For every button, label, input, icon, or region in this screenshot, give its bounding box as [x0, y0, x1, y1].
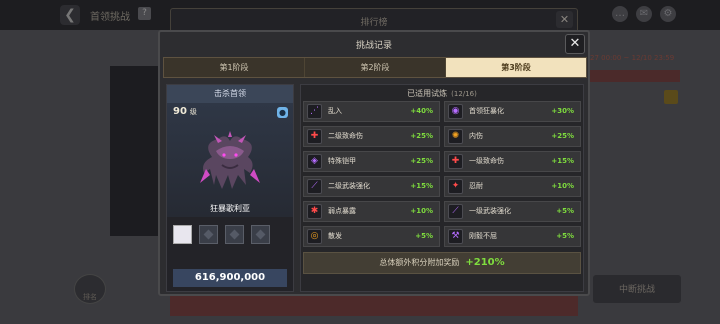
- trial-item: ⋰ 乱入 +40%: [303, 101, 440, 122]
- trial-item: ◉ 首领狂暴化 +30%: [444, 101, 581, 122]
- boss-portrait-area: 90 级 ● 狂暴歌利亚: [167, 103, 293, 217]
- chat-icon[interactable]: …: [612, 6, 628, 22]
- trials-count: (12/16): [451, 90, 477, 98]
- help-button[interactable]: ?: [138, 7, 151, 20]
- trial-name: 散发: [328, 232, 342, 240]
- screen-title: 首领挑战: [90, 12, 130, 23]
- water-element-icon: ●: [277, 107, 288, 118]
- abort-challenge-button[interactable]: 中断挑战: [592, 274, 682, 304]
- boss-level-unit: 级: [189, 108, 197, 116]
- boss-name: 狂暴歌利亚: [210, 204, 250, 213]
- reward-slot[interactable]: [251, 225, 270, 244]
- rank-badge-label: 排名: [83, 293, 97, 301]
- trial-bonus-value: +15%: [551, 157, 574, 165]
- endure-icon: ✦: [448, 179, 463, 194]
- eye-icon: ◎: [307, 229, 322, 244]
- trial-bonus-value: +5%: [556, 207, 574, 215]
- challenge-record-dialog: 挑战记录 ✕ 第1阶段 第2阶段 第3阶段 击杀首领 90级 ● 狂暴歌利亚: [158, 30, 590, 296]
- ranking-close-button[interactable]: ✕: [556, 11, 573, 28]
- wound-icon: ✚: [448, 154, 463, 169]
- trial-name: 忍耐: [469, 182, 483, 190]
- settings-icon[interactable]: ⚙: [660, 6, 676, 22]
- trial-bonus-value: +25%: [551, 132, 574, 140]
- close-button[interactable]: ✕: [565, 34, 585, 54]
- boss-reward-slots: [173, 225, 270, 244]
- trial-bonus-value: +10%: [410, 207, 433, 215]
- back-button[interactable]: ❮: [60, 5, 80, 25]
- empty-slot-icon: [229, 229, 240, 240]
- empty-slot-icon: [255, 229, 266, 240]
- trial-item: ◎ 散发 +5%: [303, 226, 440, 247]
- close-icon: ✕: [569, 36, 581, 51]
- weak-icon: ✱: [307, 204, 322, 219]
- boss-level-value: 90: [173, 106, 187, 117]
- trial-item: ⟋ 二级武装强化 +15%: [303, 176, 440, 197]
- reward-slot[interactable]: [225, 225, 244, 244]
- event-time: 27 00:00 ~ 12/10 23:59: [590, 54, 675, 62]
- trials-title: 已适用试炼: [407, 89, 448, 98]
- total-bonus-value: +210%: [465, 257, 505, 268]
- sword-icon: ⟋: [448, 204, 463, 219]
- armor-icon: ◈: [307, 154, 322, 169]
- trial-name: 乱入: [328, 107, 342, 115]
- trial-bonus-value: +25%: [410, 157, 433, 165]
- tab-stage-2[interactable]: 第2阶段: [305, 58, 446, 77]
- trials-header: 已适用试炼 (12/16): [301, 88, 583, 99]
- rank-badge[interactable]: 排名: [70, 258, 110, 308]
- total-bonus-label: 总体额外积分附加奖励: [379, 258, 460, 267]
- tab-stage-1[interactable]: 第1阶段: [164, 58, 305, 77]
- internal-icon: ✺: [448, 129, 463, 144]
- claw-icon: ⋰: [307, 104, 322, 119]
- bg-red-strip: [590, 70, 680, 82]
- trial-bonus-value: +5%: [556, 232, 574, 240]
- boss-score: 616,900,000: [173, 269, 287, 287]
- stage-tabs: 第1阶段 第2阶段 第3阶段: [163, 57, 587, 78]
- sword-icon: ⟋: [307, 179, 322, 194]
- boss-monster-image: [200, 131, 260, 189]
- trial-name: 一级致命伤: [469, 157, 504, 165]
- boss-panel-header: 击杀首领: [167, 85, 293, 103]
- trials-panel: 已适用试炼 (12/16) ⋰ 乱入 +40% ◉ 首领狂暴化 +30% ✚ 二级致命伤 +25%…: [300, 84, 584, 292]
- trial-bonus-value: +25%: [410, 132, 433, 140]
- trial-item: ◈ 特殊铠甲 +25%: [303, 151, 440, 172]
- trial-name: 首领狂暴化: [469, 107, 504, 115]
- reward-slot-character[interactable]: [173, 225, 192, 244]
- empty-slot-icon: [203, 229, 214, 240]
- top-right-icons: … ✉ ⚙: [612, 6, 676, 22]
- total-bonus-bar: 总体额外积分附加奖励 +210%: [303, 252, 581, 274]
- tab-stage-3[interactable]: 第3阶段: [446, 58, 586, 77]
- trial-name: 二级致命伤: [328, 132, 363, 140]
- ranking-title: 排行榜: [360, 18, 388, 28]
- dialog-title: 挑战记录: [355, 41, 392, 51]
- boss-panel: 击杀首领 90 级 ● 狂暴歌利亚 616,900,000: [166, 84, 294, 292]
- trial-name: 一级武装强化: [469, 207, 511, 215]
- mail-icon[interactable]: ✉: [636, 6, 652, 22]
- trial-bonus-value: +40%: [410, 107, 433, 115]
- trial-bonus-value: +5%: [415, 232, 433, 240]
- trial-bonus-value: +15%: [410, 182, 433, 190]
- trial-bonus-value: +10%: [551, 182, 574, 190]
- trial-name: 特殊铠甲: [328, 157, 356, 165]
- boss-level: 90 级: [173, 106, 197, 117]
- trial-name: 二级武装强化: [328, 182, 370, 190]
- rage-icon: ◉: [448, 104, 463, 119]
- trial-name: 弱点暴露: [328, 207, 356, 215]
- trial-item: ⚒ 刚毅不屈 +5%: [444, 226, 581, 247]
- trial-name: 内伤: [469, 132, 483, 140]
- bg-yellow-marker: [664, 90, 678, 104]
- trial-bonus-value: +30%: [551, 107, 574, 115]
- reward-slot[interactable]: [199, 225, 218, 244]
- hammer-icon: ⚒: [448, 229, 463, 244]
- bg-bottom-strip: [170, 296, 578, 316]
- trial-item: ✦ 忍耐 +10%: [444, 176, 581, 197]
- trial-item: ✺ 内伤 +25%: [444, 126, 581, 147]
- wound-icon: ✚: [307, 129, 322, 144]
- trial-item: ⟋ 一级武装强化 +5%: [444, 201, 581, 222]
- trial-item: ✱ 弱点暴露 +10%: [303, 201, 440, 222]
- trial-item: ✚ 二级致命伤 +25%: [303, 126, 440, 147]
- trial-item: ✚ 一级致命伤 +15%: [444, 151, 581, 172]
- trial-name: 刚毅不屈: [469, 232, 497, 240]
